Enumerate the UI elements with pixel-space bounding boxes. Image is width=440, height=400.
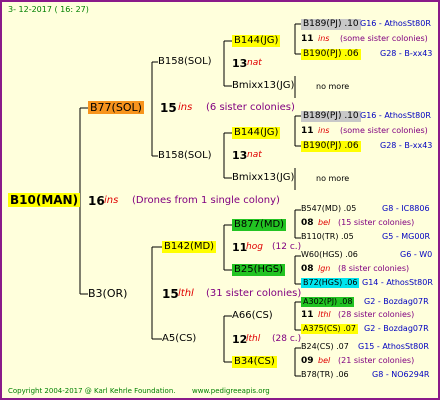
upper-ga-queen[interactable]: B158(SOL) bbox=[158, 57, 212, 67]
pedigree-frame: 3- 12-2017 ( 16: 27) B10(MAN) 16 ins (Dr… bbox=[0, 0, 440, 400]
lower-gb-gg2-queen[interactable]: B34(CS) bbox=[232, 356, 277, 368]
lower-ga-gg2-bot[interactable]: B72(HGS) .06 bbox=[301, 278, 360, 288]
upper-gb-gg1-mid-note: (some sister colonies) bbox=[340, 126, 428, 135]
lower-mark: lthl bbox=[178, 288, 194, 299]
lower-ga-queen[interactable]: B142(MD) bbox=[162, 241, 217, 253]
footer-copyright: Copyright 2004-2017 @ Karl Kehrle Founda… bbox=[8, 387, 176, 395]
upper-ga-gg1-mid-num: 11 bbox=[301, 34, 314, 44]
lower-gb-gg1-top-right: G2 - Bozdag07R bbox=[364, 297, 429, 306]
lower-gb-gg1-num: 11 bbox=[301, 310, 314, 320]
lower-ga-mark: hog bbox=[246, 242, 263, 252]
upper-num: 15 bbox=[160, 101, 177, 115]
upper-gb-gg1-bot[interactable]: B190(PJ) .06 bbox=[301, 141, 361, 152]
lower-num: 15 bbox=[162, 287, 179, 301]
lower-ga-gg2-bot-right: G14 - AthosSt80R bbox=[362, 278, 433, 287]
upper-gb-gg1-num: 13 bbox=[232, 149, 248, 162]
upper-gb-gg1-mid-num: 11 bbox=[301, 126, 314, 136]
upper-queen[interactable]: B77(SOL) bbox=[88, 101, 144, 114]
lower-queen[interactable]: B3(OR) bbox=[88, 288, 127, 299]
lower-gb-gg2-top-right: G15 - AthosSt80R bbox=[358, 342, 429, 351]
lower-gb-gg2-bot[interactable]: B78(TR) .06 bbox=[301, 371, 349, 379]
upper-ga-gg2-note: no more bbox=[316, 82, 350, 91]
upper-ga-gg1-num: 13 bbox=[232, 57, 248, 70]
upper-gb-gg1-queen[interactable]: B144(JG) bbox=[232, 127, 281, 139]
lower-ga-gg1-top-right: G8 - IC8806 bbox=[382, 204, 430, 213]
lower-ga-gg2-num: 08 bbox=[301, 264, 314, 274]
root-note: (Drones from 1 single colony) bbox=[132, 195, 280, 206]
lower-gb-gg1-top[interactable]: A302(PJ) .08 bbox=[301, 297, 355, 307]
lower-gb-gg1-bot[interactable]: A375(CS) .07 bbox=[301, 324, 358, 334]
upper-ga-gg1-bot[interactable]: B190(PJ) .06 bbox=[301, 49, 361, 60]
upper-ga-gg1-queen[interactable]: B144(JG) bbox=[232, 35, 281, 47]
lower-ga-gg1-top[interactable]: B547(MD) .05 bbox=[301, 205, 356, 213]
lower-gb-queen[interactable]: A5(CS) bbox=[162, 334, 196, 344]
lower-ga-note: (12 c.) bbox=[272, 242, 302, 252]
lower-gb-gg2-mark: bel bbox=[318, 356, 331, 365]
upper-gb-gg1-top[interactable]: B189(PJ) .10 bbox=[301, 111, 361, 122]
upper-ga-gg1-top[interactable]: B189(PJ) .10 bbox=[301, 19, 361, 30]
upper-ga-gg1-mid-mark: ins bbox=[318, 34, 330, 43]
lower-ga-gg2-mark: lgn bbox=[318, 264, 331, 273]
upper-gb-gg1-mark: nat bbox=[247, 150, 262, 160]
lower-ga-gg1-queen[interactable]: B877(MD) bbox=[232, 219, 287, 231]
lower-ga-gg2-note: (8 sister colonies) bbox=[338, 264, 410, 273]
upper-ga-gg1-mid-note: (some sister colonies) bbox=[340, 34, 428, 43]
upper-note: (6 sister colonies) bbox=[206, 102, 295, 113]
lower-gb-gg2-note: (21 sister colonies) bbox=[338, 356, 415, 365]
lower-gb-gg2-top[interactable]: B24(CS) .07 bbox=[301, 343, 349, 351]
lower-gb-gg2-bot-right: G8 - NO6294R bbox=[372, 370, 430, 379]
root-mark: ins bbox=[104, 195, 119, 206]
lower-note: (31 sister colonies) bbox=[206, 288, 302, 299]
lower-gb-note: (28 c.) bbox=[272, 334, 302, 344]
root-queen[interactable]: B10(MAN) bbox=[8, 193, 81, 207]
upper-ga-gg1-bot-right: G28 - B-xx43 bbox=[380, 49, 433, 58]
lower-ga-gg1-num: 08 bbox=[301, 218, 314, 228]
upper-gb-gg2-queen[interactable]: Bmixx13(JG) bbox=[232, 173, 294, 183]
lower-ga-gg2-top-right: G6 - W0 bbox=[400, 250, 433, 259]
lower-ga-gg1-bot[interactable]: B110(TR) .05 bbox=[301, 233, 354, 241]
root-num: 16 bbox=[88, 194, 105, 208]
lower-ga-gg1-mark: bel bbox=[318, 218, 331, 227]
lower-gb-gg1-note: (28 sister colonies) bbox=[338, 310, 415, 319]
upper-gb-queen[interactable]: B158(SOL) bbox=[158, 151, 212, 161]
upper-ga-gg2-queen[interactable]: Bmixx13(JG) bbox=[232, 81, 294, 91]
lower-gb-gg1-queen[interactable]: A66(CS) bbox=[232, 311, 273, 321]
lower-ga-gg2-top[interactable]: W60(HGS) .06 bbox=[301, 251, 358, 259]
lower-gb-gg1-bot-right: G2 - Bozdag07R bbox=[364, 324, 429, 333]
lower-ga-gg1-bot-right: G5 - MG00R bbox=[382, 232, 431, 241]
lower-gb-mark: lthl bbox=[246, 334, 261, 344]
upper-mark: ins bbox=[178, 102, 193, 113]
lower-ga-gg1-note: (15 sister colonies) bbox=[338, 218, 415, 227]
lower-gb-gg1-mark: lthl bbox=[318, 310, 331, 319]
lower-ga-gg2-queen[interactable]: B25(HGS) bbox=[232, 264, 286, 276]
lower-gb-gg2-num: 09 bbox=[301, 356, 314, 366]
footer-url[interactable]: www.pedigreeapis.org bbox=[192, 388, 270, 395]
report-date: 3- 12-2017 ( 16: 27) bbox=[8, 5, 89, 14]
upper-ga-gg1-top-right: G16 - AthosSt80R bbox=[360, 19, 431, 28]
upper-gb-gg2-note: no more bbox=[316, 174, 350, 183]
upper-gb-gg1-bot-right: G28 - B-xx43 bbox=[380, 141, 433, 150]
upper-ga-gg1-mark: nat bbox=[247, 58, 262, 68]
upper-gb-gg1-top-right: G16 - AthosSt80R bbox=[360, 111, 431, 120]
upper-gb-gg1-mid-mark: ins bbox=[318, 126, 330, 135]
